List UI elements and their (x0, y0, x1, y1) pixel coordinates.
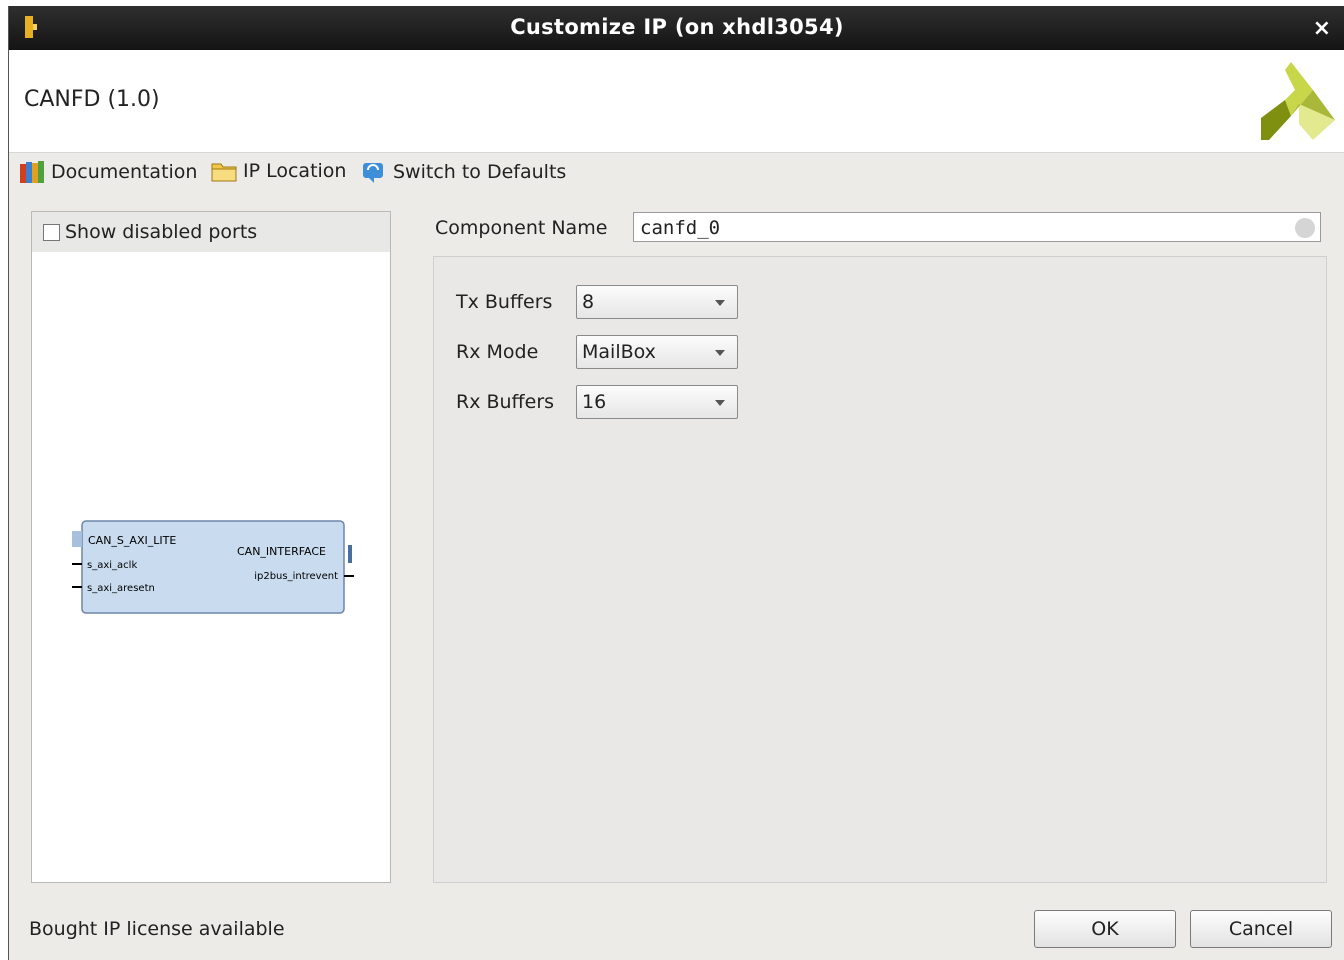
rx-mode-value: MailBox (582, 341, 656, 363)
ip-location-label: IP Location (243, 160, 347, 182)
rx-buffers-value: 16 (582, 391, 607, 413)
axi-bus-connector-icon (72, 531, 82, 547)
ip-header: CANFD (1.0) (9, 50, 1344, 153)
xilinx-logo-icon (1261, 62, 1335, 140)
chevron-down-icon (715, 350, 725, 356)
show-disabled-ports-toggle[interactable]: Show disabled ports (32, 212, 390, 252)
clear-icon[interactable] (1295, 218, 1315, 238)
chevron-down-icon (715, 300, 725, 306)
port-can-interface: CAN_INTERFACE (237, 545, 326, 558)
window-title: Customize IP (on xhdl3054) (510, 15, 844, 39)
port-s-axi-aclk: s_axi_aclk (87, 560, 137, 571)
component-name-input[interactable]: canfd_0 (633, 212, 1321, 242)
ok-button[interactable]: OK (1034, 910, 1176, 948)
license-status: Bought IP license available (29, 918, 285, 940)
close-icon[interactable]: × (1313, 16, 1331, 41)
documentation-label: Documentation (51, 161, 198, 183)
refresh-icon (363, 163, 383, 183)
books-icon (20, 161, 44, 183)
ip-location-button[interactable]: IP Location (211, 160, 346, 182)
cancel-button[interactable]: Cancel (1190, 910, 1332, 948)
component-name-label: Component Name (435, 217, 608, 239)
rx-buffers-label: Rx Buffers (456, 391, 555, 413)
rx-buffers-select[interactable]: 16 (576, 385, 738, 419)
folder-icon (211, 163, 237, 182)
port-can-s-axi-lite: CAN_S_AXI_LITE (88, 534, 176, 547)
parameters-panel: Tx Buffers 8 Rx Mode MailBox Rx Buffers … (433, 256, 1327, 883)
tx-buffers-value: 8 (582, 291, 595, 313)
switch-defaults-label: Switch to Defaults (393, 161, 567, 183)
ip-name: CANFD (1.0) (24, 87, 160, 112)
switch-to-defaults-button[interactable]: Switch to Defaults (361, 160, 566, 184)
port-ip2bus-intrevent: ip2bus_intrevent (254, 571, 338, 582)
toolbar: Documentation IP Location Switch to Defa… (9, 154, 1344, 194)
show-disabled-label: Show disabled ports (65, 221, 258, 243)
show-disabled-checkbox[interactable] (43, 223, 60, 241)
ip-block-symbol: CAN_S_AXI_LITE s_axi_aclk s_axi_aresetn … (72, 520, 354, 614)
symbol-panel: Show disabled ports CAN_S_AXI_LITE s_axi… (31, 211, 391, 883)
port-s-axi-aresetn: s_axi_aresetn (87, 583, 155, 594)
can-bus-connector-icon (348, 545, 352, 563)
rx-mode-label: Rx Mode (456, 341, 539, 363)
chevron-down-icon (715, 400, 725, 406)
documentation-button[interactable]: Documentation (19, 160, 197, 184)
tx-buffers-select[interactable]: 8 (576, 285, 738, 319)
rx-mode-select[interactable]: MailBox (576, 335, 738, 369)
tx-buffers-label: Tx Buffers (456, 291, 553, 313)
title-bar[interactable]: Customize IP (on xhdl3054) × (9, 6, 1344, 50)
customize-ip-dialog: Customize IP (on xhdl3054) × CANFD (1.0)… (8, 6, 1344, 960)
